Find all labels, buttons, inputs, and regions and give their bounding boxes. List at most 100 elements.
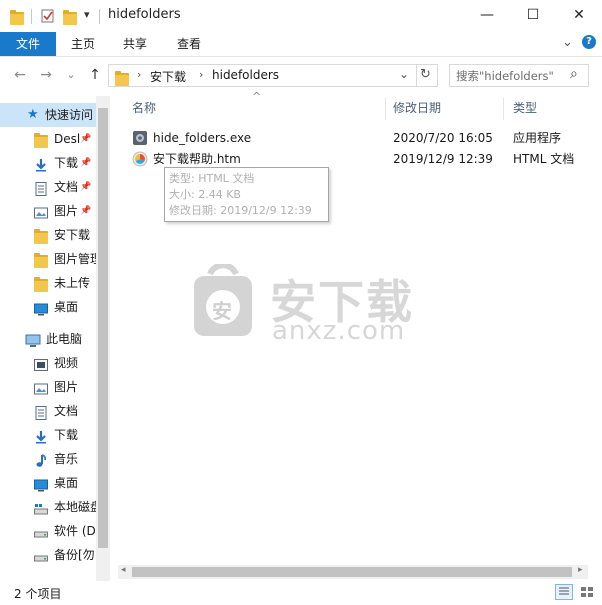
tooltip-size-line: 大小: 2.44 KB [169, 188, 241, 201]
sidebar-item-anxiazai[interactable]: 安下载 [0, 223, 96, 247]
tab-view[interactable]: 查看 [164, 32, 214, 56]
sidebar-item-downloads[interactable]: 下载 📌 [0, 151, 96, 175]
navigation-pane: ★ 快速访问 Desl 📌 下载 📌 文档 📌 图片 📌 安下载 图片管理 未上… [0, 96, 110, 581]
sidebar-item-label: 下载 [54, 156, 79, 170]
sidebar-item-not-uploaded[interactable]: 未上传 [0, 271, 96, 295]
divider [416, 65, 417, 86]
file-info-tooltip: 类型: HTML 文档 大小: 2.44 KB 修改日期: 2019/12/9 … [164, 167, 329, 222]
music-icon [34, 452, 48, 467]
picture-icon [34, 204, 48, 219]
scroll-right-icon[interactable]: ▸ [578, 565, 583, 575]
column-header-type[interactable]: 类型 [513, 96, 537, 121]
folder-icon [34, 252, 48, 268]
back-button[interactable]: ← [11, 65, 29, 85]
sidebar-item-label: Desl [54, 132, 81, 146]
breadcrumb-item[interactable]: 安下载 [150, 68, 186, 85]
tab-share[interactable]: 共享 [110, 32, 160, 56]
breadcrumb-item[interactable]: hidefolders [212, 68, 279, 82]
sidebar-item-label: 桌面 [54, 300, 79, 314]
desktop-icon [34, 476, 48, 492]
breadcrumb-separator-icon: › [137, 68, 142, 81]
scrollbar-thumb[interactable] [132, 567, 572, 577]
tab-home[interactable]: 主页 [58, 32, 108, 56]
sidebar-item-label: 视频 [54, 356, 79, 370]
sidebar-item-picture-management[interactable]: 图片管理 [0, 247, 102, 271]
recent-locations-button[interactable]: ⌄ [62, 65, 80, 85]
search-icon[interactable]: ⌕ [570, 66, 578, 82]
sidebar-item-label: 软件 (D [54, 524, 96, 538]
pin-icon: 📌 [80, 182, 92, 192]
sidebar-scrollbar[interactable] [96, 96, 110, 581]
pin-icon: 📌 [80, 134, 92, 144]
sidebar-item-music[interactable]: 音乐 [0, 447, 96, 471]
scroll-left-icon[interactable]: ◂ [121, 565, 126, 575]
customize-toolbar-chevron-icon[interactable]: ▾ [84, 8, 90, 21]
sidebar-item-backup-drive[interactable]: 备份[勿 [0, 543, 96, 567]
sidebar-item-label: 未上传 [54, 276, 91, 290]
search-box[interactable]: 搜索"hidefolders" ⌕ [449, 64, 589, 87]
large-icons-view-button[interactable] [578, 584, 596, 600]
item-count: 2 个项目 [14, 587, 62, 601]
folder-icon [114, 70, 130, 86]
status-bar: 2 个项目 [0, 581, 602, 605]
sidebar-item-desktop-pc[interactable]: 桌面 [0, 471, 96, 495]
up-button[interactable]: ↑ [86, 65, 104, 85]
sidebar-item-software-drive[interactable]: 软件 (D [0, 519, 96, 543]
sidebar-item-label: 本地磁盘 [54, 500, 103, 514]
maximize-button[interactable]: ☐ [510, 0, 556, 30]
navigation-bar: ← → ⌄ ↑ › 安下载 › hidefolders ⌄ ↻ 搜索"hidef… [0, 57, 602, 95]
column-divider[interactable] [503, 98, 504, 120]
search-input[interactable]: 搜索"hidefolders" [456, 68, 554, 84]
sidebar-item-documents[interactable]: 文档 📌 [0, 175, 96, 199]
sidebar-item-documents-pc[interactable]: 文档 [0, 399, 96, 423]
sidebar-item-desktop-2[interactable]: 桌面 [0, 295, 96, 319]
desktop-icon [34, 300, 48, 316]
minimize-button[interactable]: — [464, 0, 510, 30]
horizontal-scrollbar[interactable]: ◂ ▸ [118, 565, 588, 579]
sidebar-item-pictures-pc[interactable]: 图片 [0, 375, 96, 399]
video-icon [34, 356, 48, 371]
title-bar: ▾ hidefolders — ☐ ✕ [0, 0, 602, 32]
tab-file[interactable]: 文件 [0, 32, 56, 56]
file-list-pane: ^ 名称 修改日期 类型 hide_folders.exe 2020/7/20 … [110, 90, 602, 581]
new-folder-icon[interactable] [62, 8, 78, 25]
properties-icon[interactable] [40, 8, 56, 24]
sidebar-item-pictures[interactable]: 图片 📌 [0, 199, 96, 223]
sidebar-item-quick-access[interactable]: ★ 快速访问 [0, 103, 96, 127]
folder-icon [34, 228, 48, 244]
sidebar-item-local-disk[interactable]: 本地磁盘 [0, 495, 102, 519]
refresh-icon[interactable]: ↻ [420, 67, 431, 82]
sidebar-item-label: 文档 [54, 180, 79, 194]
column-header-name[interactable]: 名称 [132, 96, 156, 121]
table-row[interactable]: hide_folders.exe 2020/7/20 16:05 应用程序 [130, 128, 602, 148]
column-header-date[interactable]: 修改日期 [393, 96, 441, 121]
address-dropdown-chevron-icon[interactable]: ⌄ [399, 67, 409, 81]
sidebar-item-desktop[interactable]: Desl 📌 [0, 127, 96, 151]
star-icon: ★ [27, 107, 39, 122]
divider [31, 9, 32, 24]
download-icon [34, 428, 48, 444]
sidebar-item-label: 安下载 [54, 228, 91, 242]
download-icon [34, 156, 48, 172]
close-button[interactable]: ✕ [556, 0, 602, 30]
breadcrumb-separator-icon: › [199, 68, 204, 81]
address-bar[interactable]: › 安下载 › hidefolders ⌄ ↻ [108, 64, 438, 87]
sidebar-item-videos[interactable]: 视频 [0, 351, 96, 375]
help-icon[interactable]: ? [582, 35, 596, 49]
ribbon-tabs: 文件 主页 共享 查看 ⌄ ? [0, 32, 602, 57]
document-icon [34, 404, 48, 420]
forward-button[interactable]: → [37, 65, 55, 85]
column-divider[interactable] [385, 98, 386, 120]
sort-ascending-icon: ^ [252, 90, 262, 103]
exe-icon [132, 130, 148, 146]
htm-icon [132, 151, 148, 167]
drive-icon [34, 500, 48, 515]
table-row[interactable]: 安下载帮助.htm 2019/12/9 12:39 HTML 文档 [130, 149, 602, 169]
sidebar-item-downloads-pc[interactable]: 下载 [0, 423, 96, 447]
expand-ribbon-chevron-icon[interactable]: ⌄ [562, 35, 573, 50]
scrollbar-thumb[interactable] [98, 108, 108, 548]
details-view-button[interactable] [555, 584, 573, 600]
sidebar-item-this-pc[interactable]: 此电脑 [0, 327, 96, 351]
computer-icon [25, 332, 41, 347]
drive-icon [34, 548, 48, 562]
